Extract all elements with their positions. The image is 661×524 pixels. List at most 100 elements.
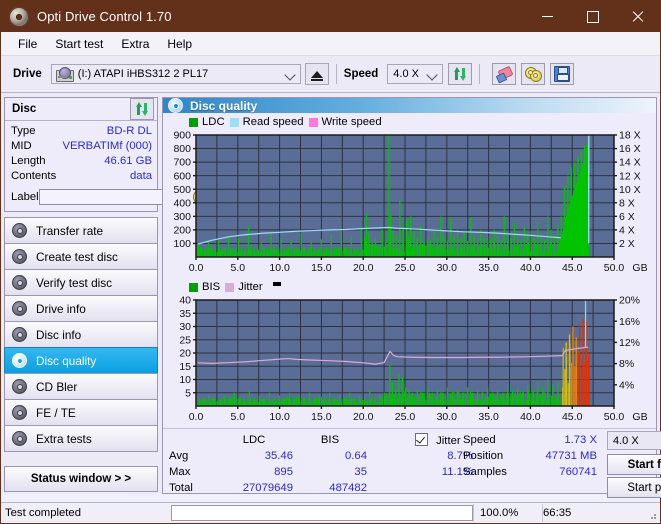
svg-text:800: 800 — [173, 143, 191, 155]
start-full-button[interactable]: Start full — [607, 454, 661, 475]
disc-icon — [12, 353, 27, 368]
disc-mid-value: VERBATIMf (000) — [62, 139, 152, 154]
sidebar-item-create-test-disc[interactable]: Create test disc — [4, 243, 158, 270]
refresh-arrows-icon — [453, 67, 467, 81]
disc-contents-value: data — [130, 169, 152, 184]
stats-row-max: Max 895 35 11.1% — [169, 464, 477, 480]
stats-row-avg: Avg 35.46 0.64 8.7% — [169, 448, 477, 464]
bis-chart-svg: 5101520253035404%8%12%16%20%0.0 5.0 10.0 15… — [163, 294, 654, 426]
sidebar-item-disc-quality[interactable]: Disc quality — [4, 347, 158, 374]
sidebar-spacer — [4, 451, 158, 466]
sidebar-item-fe-te[interactable]: FE / TE — [4, 399, 158, 426]
ldc-chart-legend: LDC Read speed Write speed — [163, 113, 656, 129]
eject-icon — [311, 71, 323, 78]
stats-col-ldc: LDC — [215, 432, 293, 448]
svg-text:50.0: 50.0 — [604, 262, 625, 274]
app-window: Opti Drive Control 1.70 File Start test … — [0, 0, 661, 524]
svg-text:20.0: 20.0 — [353, 411, 374, 423]
sidebar-label: Create test disc — [36, 250, 118, 264]
legend-swatch-ldc — [189, 118, 198, 127]
stats-row-label-max: Max — [169, 464, 215, 480]
two-discs-icon — [525, 67, 541, 81]
start-part-button[interactable]: Start part — [607, 477, 661, 498]
status-bar: Test completed 100.0% 66:35 — [1, 502, 660, 523]
disc-info-panel: Disc Type BD-R DL MID VERBATIMf (000) Le… — [4, 97, 158, 212]
sidebar-label: Drive info — [36, 302, 86, 316]
maximize-button[interactable] — [570, 1, 615, 32]
sidebar-item-cd-bler[interactable]: CD Bler — [4, 373, 158, 400]
disc-properties: Type BD-R DL MID VERBATIMf (000) Length … — [5, 121, 157, 211]
menu-bar: File Start test Extra Help — [1, 32, 660, 56]
sidebar-item-drive-info[interactable]: Drive info — [4, 295, 158, 322]
sidebar-item-transfer-rate[interactable]: Transfer rate — [4, 217, 158, 244]
stats-ldc-total: 27079649 — [215, 480, 293, 496]
svg-text:300: 300 — [173, 211, 191, 223]
run-samples-value: 760741 — [525, 464, 597, 480]
menu-item-help[interactable]: Help — [158, 35, 201, 53]
stats-header-row: LDC BIS Jitter — [169, 432, 477, 448]
svg-text:0.0: 0.0 — [189, 411, 204, 423]
svg-text:6 X: 6 X — [619, 211, 635, 223]
close-button[interactable] — [615, 1, 660, 32]
chevron-down-icon — [427, 69, 438, 80]
sidebar-label: Disc quality — [36, 354, 96, 368]
resize-grip-icon[interactable] — [648, 511, 658, 521]
disc-contents-label: Contents — [11, 169, 56, 184]
svg-text:8%: 8% — [619, 358, 634, 370]
stats-ldc-max: 895 — [215, 464, 293, 480]
test-speed-value: 4.0 X — [613, 435, 639, 447]
disc-row-type: Type BD-R DL — [11, 124, 152, 139]
legend-write-speed: Write speed — [309, 116, 382, 128]
legend-marker-icon — [273, 282, 281, 286]
legend-label-write-speed: Write speed — [322, 116, 382, 128]
svg-text:5.0: 5.0 — [230, 262, 245, 274]
svg-text:45.0: 45.0 — [562, 411, 583, 423]
progress-bar — [171, 505, 473, 521]
save-button[interactable] — [550, 63, 574, 85]
sidebar-item-disc-info[interactable]: Disc info — [4, 321, 158, 348]
menu-item-extra[interactable]: Extra — [112, 35, 158, 53]
svg-text:40: 40 — [179, 295, 191, 307]
menu-item-start-test[interactable]: Start test — [46, 35, 112, 53]
run-stats-table: Speed 1.73 X Position 47731 MB Samples 7… — [463, 432, 597, 480]
sidebar-label: Verify test disc — [36, 276, 112, 290]
svg-text:4%: 4% — [619, 379, 634, 391]
disc-type-value: BD-R DL — [107, 124, 152, 139]
minimize-button[interactable] — [525, 1, 570, 32]
copy-disc-button[interactable] — [521, 63, 545, 85]
eraser-icon — [497, 68, 512, 81]
disc-length-label: Length — [11, 154, 46, 169]
svg-text:600: 600 — [173, 170, 191, 182]
disc-panel-header: Disc — [5, 98, 157, 121]
status-window-button[interactable]: Status window > > — [4, 466, 158, 492]
svg-text:30.0: 30.0 — [437, 411, 458, 423]
erase-button[interactable] — [492, 63, 516, 85]
test-speed-select[interactable]: 4.0 X — [607, 431, 661, 450]
jitter-checkbox[interactable] — [415, 433, 428, 446]
main-body: Disc Type BD-R DL MID VERBATIMf (000) Le… — [1, 93, 660, 494]
optical-drive-icon — [56, 67, 73, 81]
legend-label-ldc: LDC — [202, 116, 225, 128]
sidebar: Disc Type BD-R DL MID VERBATIMf (000) Le… — [4, 97, 158, 494]
refresh-button[interactable] — [448, 63, 472, 85]
drive-select[interactable]: (I:) ATAPI iHBS312 2 PL17 — [51, 64, 301, 84]
disc-refresh-button[interactable] — [130, 98, 154, 120]
legend-read-speed: Read speed — [230, 116, 304, 128]
legend-label-bis: BIS — [202, 281, 220, 293]
drive-select-value: (I:) ATAPI iHBS312 2 PL17 — [78, 68, 208, 80]
svg-text:15.0: 15.0 — [311, 262, 332, 274]
disc-length-value: 46.61 GB — [104, 154, 152, 169]
toolbar: Drive (I:) ATAPI iHBS312 2 PL17 Speed 4.… — [1, 56, 660, 93]
sidebar-item-extra-tests[interactable]: Extra tests — [4, 425, 158, 452]
svg-text:40.0: 40.0 — [520, 411, 541, 423]
speed-select[interactable]: 4.0 X — [387, 64, 443, 84]
speed-select-value: 4.0 X — [393, 68, 419, 80]
sidebar-label: CD Bler — [36, 380, 77, 394]
svg-text:14 X: 14 X — [619, 157, 641, 169]
menu-item-file[interactable]: File — [9, 35, 46, 53]
svg-text:25: 25 — [179, 334, 191, 346]
bis-chart-legend: BIS Jitter — [163, 277, 656, 294]
sidebar-item-verify-test-disc[interactable]: Verify test disc — [4, 269, 158, 296]
eject-button[interactable] — [305, 63, 329, 85]
svg-text:400: 400 — [173, 197, 191, 209]
